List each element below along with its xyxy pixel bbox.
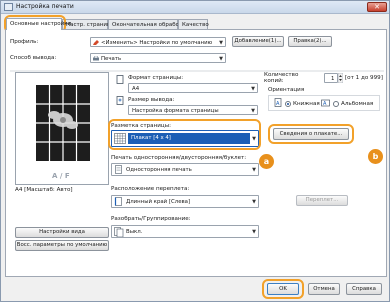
chevron-down-icon: ▼ [251,108,255,114]
callout-b: b [368,149,383,164]
profile-select[interactable]: <Изменить> Настройки по умолчанию ▼ [90,37,226,47]
tab-basic-settings[interactable]: Основные настройки [6,18,71,30]
portrait-page-icon: A [274,98,282,107]
duplex-select[interactable]: Односторонняя печать ▼ [111,163,259,176]
add-profile-button[interactable]: Добавление(1)... [232,36,284,47]
collate-value: Выкл. [126,229,143,235]
preview-badge: A / F [52,172,70,180]
binding-label: Расположение переплета: [111,186,190,192]
poster-details-highlight [268,124,354,144]
copies-spinner[interactable] [338,73,343,83]
portrait-radio[interactable] [285,101,291,107]
print-icon [93,55,99,60]
preview-caption: A4 [Масштаб: Авто] [15,187,73,193]
output-size-label: Размер вывода: [128,97,175,103]
copies-range: [от 1 до 999] [345,75,383,81]
chevron-down-icon: ▼ [252,199,256,205]
restore-defaults-button[interactable]: Восс. параметры по умолчанию [15,240,109,251]
pencil-icon [93,39,99,45]
page-layout-highlight [108,119,261,150]
ok-highlight [262,279,304,299]
output-method-value: Печать [101,55,122,62]
page-preview: A / F [15,72,109,185]
page-size-label: Формат страницы: [128,75,184,81]
cancel-button[interactable]: Отмена [308,283,340,295]
copies-value: 1 [331,75,335,82]
settings-panel: Профиль: <Изменить> Настройки по умолчан… [5,29,387,277]
duplex-value: Односторонняя печать [126,167,192,173]
print-settings-window: Настройка печати ✕ Основные настройки На… [0,0,390,302]
svg-text:A: A [323,101,327,107]
page-size-icon [116,75,124,84]
output-method-label: Способ вывода: [10,55,57,61]
printer-icon [4,3,13,11]
title-bar: Настройка печати ✕ [1,1,389,14]
chevron-down-icon: ▼ [219,56,223,62]
page-size-value: A4 [132,85,140,92]
binding-value: Длинный край [Слева] [126,199,191,205]
chevron-down-icon: ▼ [219,40,223,46]
portrait-label: Книжная [293,101,320,107]
landscape-radio[interactable] [333,101,339,107]
orientation-label: Ориентация [268,87,305,93]
poster-preview-image [36,85,90,161]
landscape-page-icon: A [321,99,330,107]
output-size-select[interactable]: Настройка формата страницы ▼ [128,105,258,115]
copies-label: Количество копий: [264,72,299,84]
collate-off-icon [114,227,124,237]
page-size-select[interactable]: A4 ▼ [128,83,258,93]
chevron-down-icon: ▼ [252,167,256,173]
callout-a: a [259,154,274,169]
output-size-value: Настройка формата страницы [132,107,219,114]
window-title: Настройка печати [16,3,74,10]
landscape-label: Альбомная [341,101,374,107]
single-sided-icon [115,165,122,174]
duplex-label: Печать односторонняя/двусторонняя/буклет… [111,155,247,161]
output-method-select[interactable]: Печать ▼ [90,53,226,63]
help-button[interactable]: Справка [346,283,382,295]
edit-profile-button[interactable]: Правка(2)... [288,36,332,47]
copies-input[interactable]: 1 [324,73,338,83]
collate-label: Разобрать/Группирование: [111,216,191,222]
profile-label: Профиль: [10,39,39,45]
binding-select[interactable]: Длинный край [Слева] ▼ [111,195,259,208]
binding-button[interactable]: Переплет... [296,195,348,206]
close-button[interactable]: ✕ [367,2,387,12]
chevron-down-icon: ▼ [251,86,255,92]
output-size-icon [116,96,124,105]
collate-select[interactable]: Выкл. ▼ [111,225,259,238]
binding-edge-icon [114,197,122,206]
profile-value: <Изменить> Настройки по умолчанию [101,39,213,46]
svg-text:A: A [276,101,280,107]
chevron-down-icon: ▼ [252,229,256,235]
view-settings-button[interactable]: Настройки вида [15,227,109,238]
